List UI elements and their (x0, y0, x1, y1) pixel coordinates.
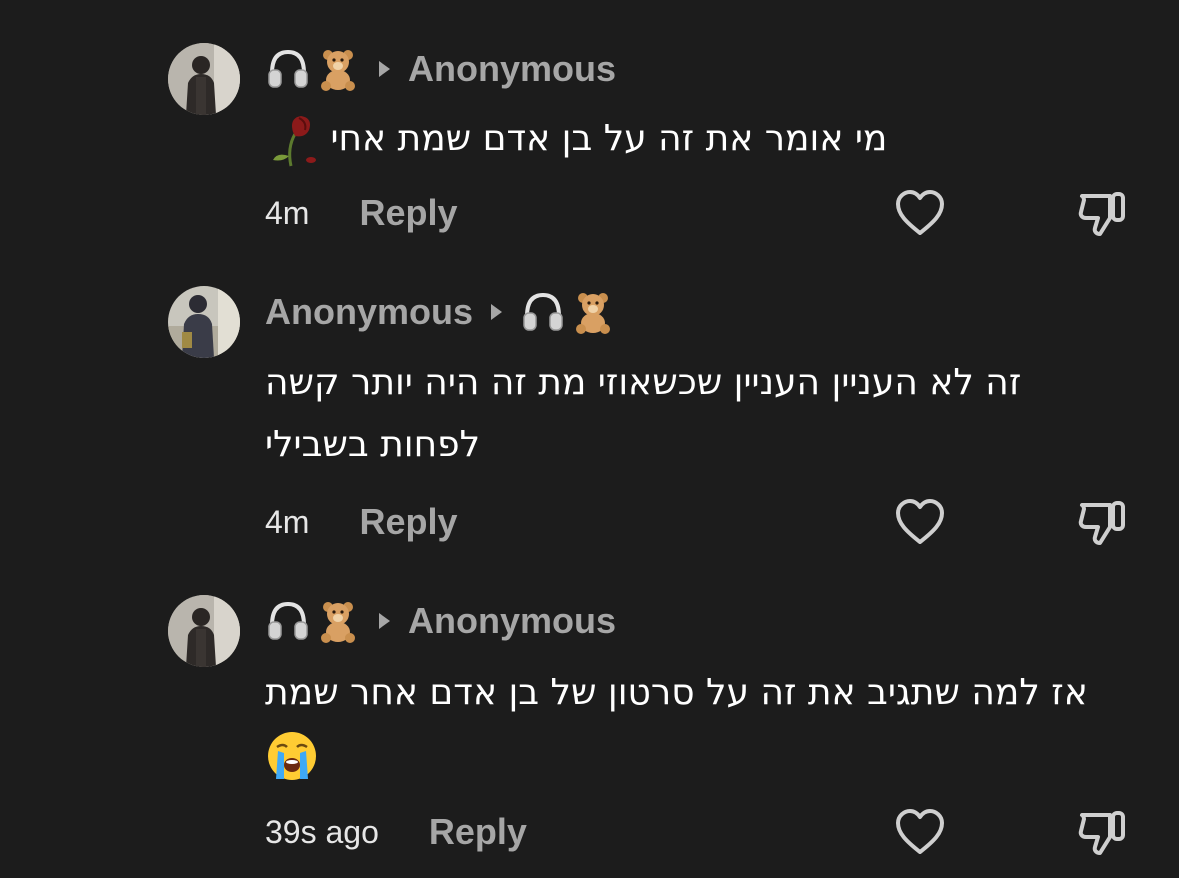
reply-button[interactable]: Reply (359, 192, 457, 234)
comment-text: זה לא העניין העניין שכשאוזי מת זה היה יו… (265, 362, 1022, 465)
reply-arrow-icon (379, 61, 390, 77)
timestamp: 4m (265, 503, 310, 540)
reply-button[interactable]: Reply (429, 811, 527, 853)
avatar[interactable] (168, 286, 240, 358)
reply-button[interactable]: Reply (359, 501, 457, 543)
timestamp: 4m (265, 194, 310, 231)
comment-header: Anonymous (265, 42, 616, 96)
like-heart-icon[interactable] (894, 808, 946, 856)
dislike-thumb-icon[interactable] (1074, 186, 1128, 240)
username[interactable]: Anonymous (408, 600, 616, 642)
loudly-crying-face-icon (265, 729, 319, 783)
reply-to-emojis (265, 46, 361, 92)
comment-text: אז למה שתגיב את זה על סרטון של בן אדם אח… (265, 662, 1130, 786)
wilted-rose-icon (265, 112, 319, 168)
reply-to-emojis (265, 598, 361, 644)
timestamp: 39s ago (265, 813, 379, 850)
like-heart-icon[interactable] (894, 498, 946, 546)
comment-meta: 4m Reply (265, 497, 458, 547)
reply-to-emojis (520, 289, 616, 335)
username[interactable]: Anonymous (408, 48, 616, 90)
comment-text: מי אומר את זה על בן אדם שמת אחי (265, 108, 1130, 170)
teddy-bear-icon (315, 598, 361, 644)
headphones-icon (265, 46, 311, 92)
comment-meta: 39s ago Reply (265, 807, 527, 857)
avatar[interactable] (168, 43, 240, 115)
headphones-icon (520, 289, 566, 335)
teddy-bear-icon (570, 289, 616, 335)
comment-header: Anonymous (265, 594, 616, 648)
comment-meta: 4m Reply (265, 188, 458, 238)
like-heart-icon[interactable] (894, 189, 946, 237)
avatar[interactable] (168, 595, 240, 667)
dislike-thumb-icon[interactable] (1074, 805, 1128, 859)
reply-arrow-icon (491, 304, 503, 320)
dislike-thumb-icon[interactable] (1074, 495, 1128, 549)
comment-header: Anonymous (265, 285, 616, 339)
teddy-bear-icon (315, 46, 361, 92)
headphones-icon (265, 598, 311, 644)
username[interactable]: Anonymous (265, 291, 473, 333)
reply-arrow-icon (379, 613, 390, 629)
